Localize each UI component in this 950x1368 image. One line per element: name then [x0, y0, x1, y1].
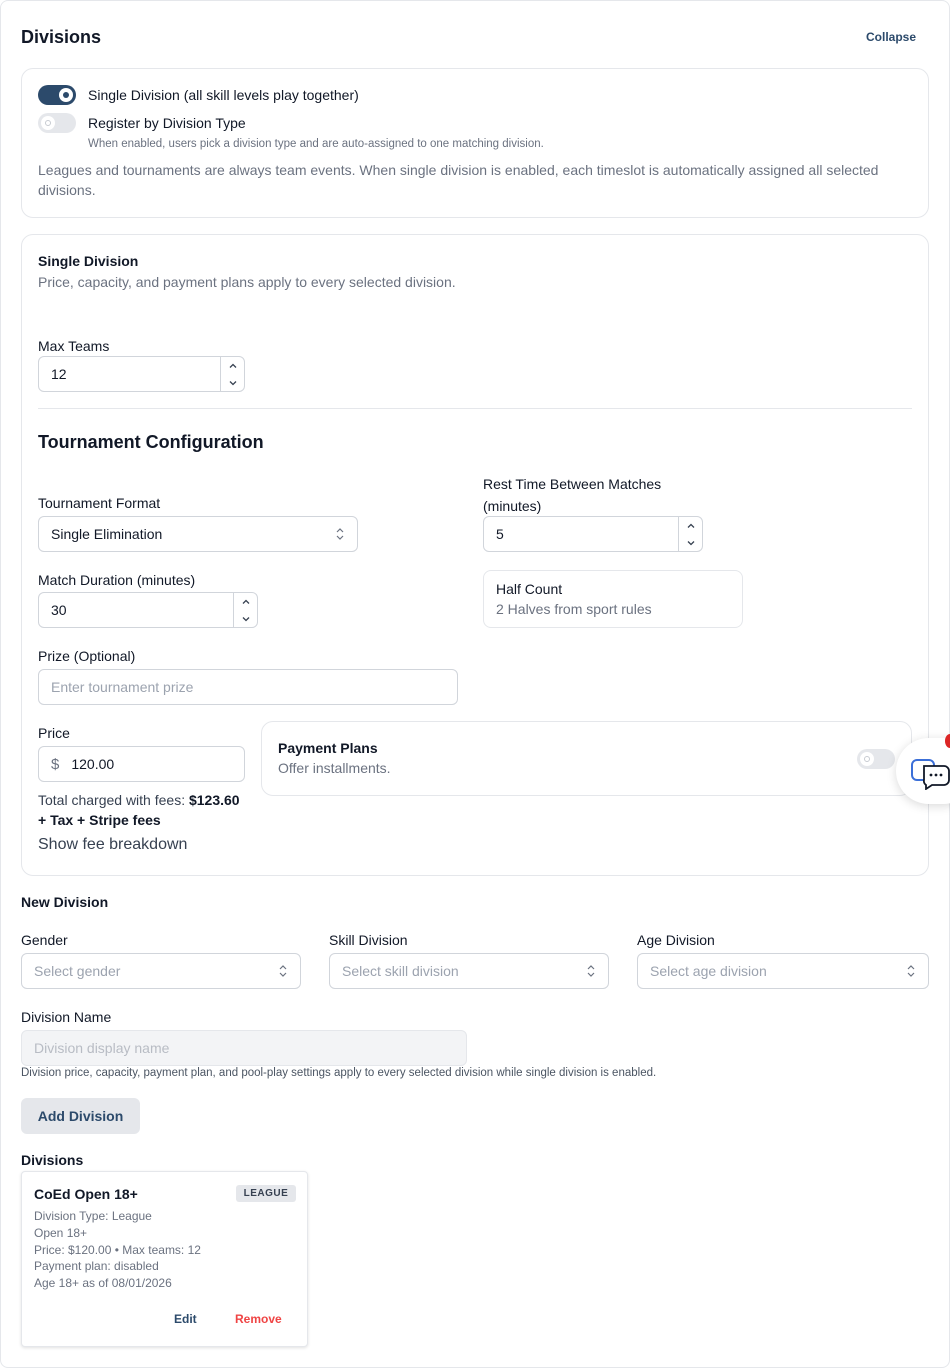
- division-card-age: Age 18+ as of 08/01/2026: [34, 1276, 172, 1290]
- age-division-label: Age Division: [637, 932, 715, 948]
- decrement-icon[interactable]: [221, 374, 244, 391]
- max-teams-value: 12: [51, 366, 67, 382]
- half-count-box: [483, 570, 743, 628]
- single-division-toggle[interactable]: [38, 85, 76, 105]
- increment-icon[interactable]: [221, 357, 244, 374]
- section-title: Divisions: [21, 27, 102, 47]
- payment-plans-subtitle: Offer installments.: [278, 760, 391, 776]
- half-count-value: 2 Halves from sport rules: [496, 601, 652, 617]
- tournament-format-value: Single Elimination: [51, 526, 163, 542]
- select-arrows-icon: [587, 965, 595, 977]
- gender-label: Gender: [21, 932, 68, 948]
- prize-label: Prize (Optional): [38, 648, 136, 664]
- match-duration-input[interactable]: 30: [38, 592, 258, 628]
- payment-plans-title: Payment Plans: [278, 740, 378, 756]
- max-teams-input[interactable]: 12: [38, 356, 245, 392]
- division-card: CoEd Open 18+ LEAGUE Division Type: Leag…: [21, 1171, 308, 1347]
- division-name-hint: Division price, capacity, payment plan, …: [21, 1067, 657, 1079]
- match-duration-value: 30: [51, 602, 67, 618]
- show-fee-breakdown-link[interactable]: Show fee breakdown: [38, 836, 187, 854]
- single-division-title: Single Division: [38, 253, 139, 269]
- total-value: $123.60: [188, 792, 240, 808]
- division-name-label: Division Name: [21, 1009, 112, 1025]
- prize-input[interactable]: Enter tournament prize: [38, 669, 458, 705]
- match-duration-label: Match Duration (minutes): [38, 572, 196, 588]
- rest-time-stepper[interactable]: [678, 517, 702, 551]
- price-label: Price: [38, 725, 70, 741]
- tournament-format-select[interactable]: Single Elimination: [38, 516, 358, 552]
- increment-icon[interactable]: [679, 517, 702, 534]
- select-arrows-icon: [907, 965, 915, 977]
- rest-time-value: 5: [496, 526, 504, 542]
- division-card-payment-plan: Payment plan: disabled: [34, 1259, 159, 1273]
- decrement-icon[interactable]: [679, 534, 702, 551]
- register-by-type-hint: When enabled, users pick a division type…: [88, 138, 544, 150]
- age-division-select[interactable]: Select age division: [637, 953, 929, 989]
- gender-select[interactable]: Select gender: [21, 953, 301, 989]
- add-division-button[interactable]: Add Division: [21, 1098, 140, 1134]
- tax-note: + Tax + Stripe fees: [38, 812, 161, 828]
- single-division-subtitle: Price, capacity, and payment plans apply…: [38, 274, 456, 290]
- register-by-type-label: Register by Division Type: [88, 115, 246, 131]
- rest-time-label: Rest Time Between Matches (minutes): [483, 476, 662, 514]
- skill-division-label: Skill Division: [329, 932, 408, 948]
- tournament-config-title: Tournament Configuration: [38, 432, 264, 452]
- half-count-title: Half Count: [496, 581, 563, 597]
- division-card-type: Division Type: League: [34, 1209, 152, 1223]
- chat-bubble-icon[interactable]: [910, 758, 950, 790]
- currency-symbol: $: [51, 755, 60, 773]
- division-type-badge: LEAGUE: [236, 1185, 296, 1202]
- price-input[interactable]: $ 120.00: [38, 746, 245, 782]
- divisions-list-title: Divisions: [21, 1152, 84, 1168]
- new-division-title: New Division: [21, 894, 109, 910]
- skill-division-placeholder: Select skill division: [342, 963, 459, 979]
- tournament-format-label: Tournament Format: [38, 495, 161, 511]
- skill-division-select[interactable]: Select skill division: [329, 953, 609, 989]
- total-prefix: Total charged with fees:: [38, 792, 189, 808]
- collapse-button[interactable]: Collapse: [866, 30, 916, 44]
- notification-dot-icon: [945, 734, 950, 748]
- max-teams-label: Max Teams: [38, 338, 110, 354]
- age-division-placeholder: Select age division: [650, 963, 767, 979]
- division-name-input[interactable]: Division display name: [21, 1030, 467, 1066]
- max-teams-stepper[interactable]: [220, 357, 244, 391]
- division-card-level: Open 18+: [34, 1226, 88, 1240]
- rest-time-input[interactable]: 5: [483, 516, 703, 552]
- remove-division-button[interactable]: Remove: [235, 1312, 282, 1326]
- edit-division-button[interactable]: Edit: [174, 1312, 197, 1326]
- single-division-label: Single Division (all skill levels play t…: [88, 87, 359, 103]
- increment-icon[interactable]: [234, 593, 257, 610]
- division-card-name: CoEd Open 18+: [34, 1186, 138, 1202]
- gender-placeholder: Select gender: [34, 963, 121, 979]
- division-info-text: Leagues and tournaments are always team …: [38, 162, 879, 198]
- division-card-price: Price: $120.00 • Max teams: 12: [34, 1243, 201, 1257]
- payment-plans-card: [261, 721, 912, 796]
- divider: [38, 408, 912, 409]
- match-duration-stepper[interactable]: [233, 593, 257, 627]
- price-value: 120.00: [71, 756, 115, 772]
- decrement-icon[interactable]: [234, 610, 257, 627]
- select-arrows-icon: [336, 528, 344, 540]
- register-by-type-toggle[interactable]: [38, 113, 76, 133]
- payment-plans-toggle[interactable]: [857, 749, 895, 769]
- select-arrows-icon: [279, 965, 287, 977]
- total-charged-text: Total charged with fees: $123.60: [38, 792, 240, 808]
